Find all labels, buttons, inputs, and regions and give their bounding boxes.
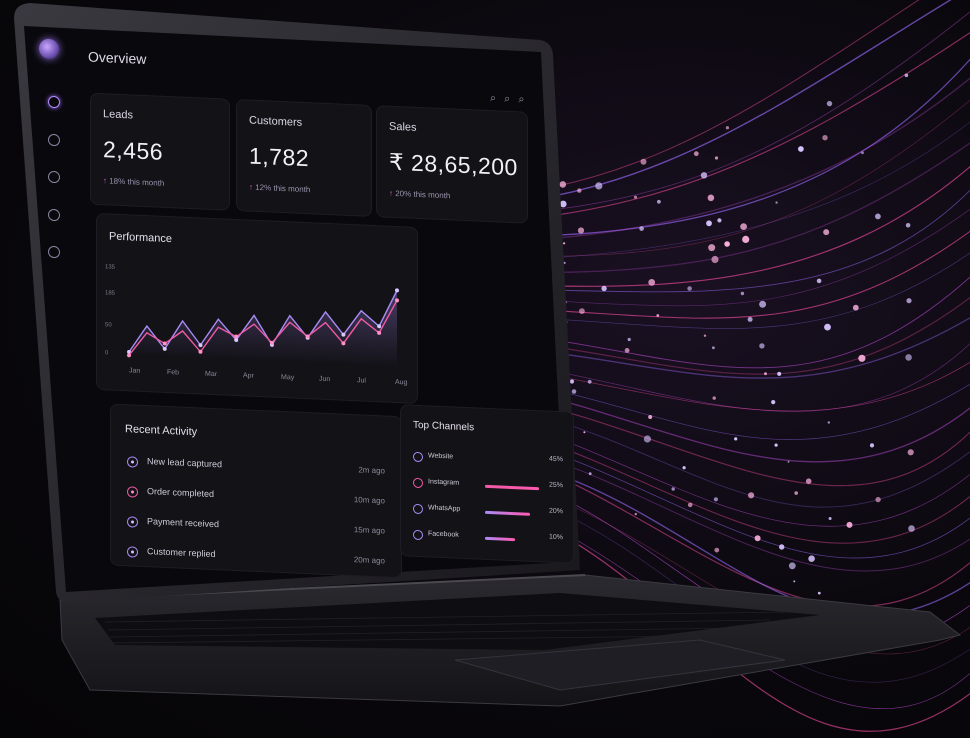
channel-name: Instagram <box>428 478 460 487</box>
activity-text: New lead captured <box>147 456 223 470</box>
activity-item[interactable]: Customer replied 20m ago <box>125 543 387 574</box>
channel-item[interactable]: Website 45% <box>413 450 563 475</box>
x-tick: Jan <box>129 367 141 375</box>
clock-icon[interactable] <box>48 208 60 222</box>
activity-time: 2m ago <box>358 465 385 476</box>
dashboard-screen: Overview ⌕⌕⌕ Leads 2,456 ↑ 18% this mont… <box>30 20 575 604</box>
settings-icon[interactable] <box>48 245 60 259</box>
search-icon[interactable]: ⌕ <box>518 93 532 106</box>
x-tick: May <box>281 373 295 382</box>
header-actions: ⌕⌕⌕ <box>490 92 533 107</box>
recent-activity-title: Recent Activity <box>125 423 198 439</box>
kpi-label: Customers <box>249 114 303 129</box>
performance-chart <box>127 288 399 368</box>
x-tick: Jul <box>357 377 366 385</box>
activity-text: Order completed <box>147 486 215 500</box>
play-icon[interactable] <box>48 170 60 184</box>
activity-dot-icon <box>127 516 138 528</box>
top-channels-title: Top Channels <box>413 419 475 434</box>
channel-icon <box>413 503 423 515</box>
channel-icon <box>413 477 423 489</box>
chart-icon[interactable] <box>48 133 60 147</box>
kpi-label: Leads <box>103 108 133 122</box>
channel-icon <box>413 529 423 541</box>
kpi-delta: ↑ 12% this month <box>249 183 310 195</box>
kpi-value: 1,782 <box>249 142 310 172</box>
channel-bar <box>485 536 515 542</box>
channel-percent: 45% <box>548 455 563 464</box>
activity-text: Payment received <box>147 516 220 530</box>
kpi-delta-text: 18% this month <box>109 176 165 188</box>
channel-icon <box>413 451 423 463</box>
recent-activity-card: Recent Activity New lead captured 2m ago O… <box>110 403 402 579</box>
search-icon[interactable]: ⌕ <box>490 92 504 105</box>
kpi-card-customers[interactable]: Customers 1,782 ↑ 12% this month <box>236 98 372 217</box>
channel-item[interactable]: Facebook 10% <box>413 528 563 553</box>
channel-percent: 25% <box>548 481 563 490</box>
channel-percent: 20% <box>548 507 563 516</box>
series-area <box>129 290 397 368</box>
brand-logo[interactable] <box>39 38 59 60</box>
kpi-delta-text: 12% this month <box>255 182 311 195</box>
activity-dot-icon <box>127 486 138 498</box>
channel-name: WhatsApp <box>428 504 461 513</box>
performance-card: Performance 135 185 50 0 Jan Feb Mar Apr May… <box>96 212 418 404</box>
channel-bar <box>485 510 530 516</box>
activity-item[interactable]: New lead captured 2m ago <box>125 453 387 484</box>
activity-time: 15m ago <box>353 525 385 536</box>
x-tick: Apr <box>243 372 254 380</box>
activity-time: 20m ago <box>353 555 385 566</box>
top-channels-card: Top Channels Website 45% Instagram 25% Whats… <box>400 404 574 564</box>
kpi-value: ₹ 28,65,200 <box>389 148 518 181</box>
x-tick: Jun <box>319 375 331 384</box>
activity-item[interactable]: Order completed 10m ago <box>125 483 387 514</box>
activity-text: Customer replied <box>147 546 216 560</box>
channel-item[interactable]: Instagram 25% <box>413 476 563 501</box>
kpi-delta: ↑ 18% this month <box>103 176 164 188</box>
channel-percent: 10% <box>548 533 563 542</box>
channel-name: Facebook <box>428 530 459 539</box>
channel-list: Website 45% Instagram 25% WhatsApp 20% Faceboo… <box>401 405 573 541</box>
kpi-card-leads[interactable]: Leads 2,456 ↑ 18% this month <box>90 92 230 211</box>
home-icon[interactable] <box>48 95 60 109</box>
channel-item[interactable]: WhatsApp 20% <box>413 502 563 527</box>
arrow-up-icon: ↑ <box>103 176 107 186</box>
x-tick: Mar <box>205 370 218 379</box>
page-title: Overview <box>88 48 147 68</box>
channel-bar <box>485 484 539 491</box>
activity-list: New lead captured 2m ago Order completed 10… <box>111 405 401 565</box>
kpi-delta-text: 20% this month <box>395 188 451 201</box>
arrow-up-icon: ↑ <box>249 182 253 192</box>
activity-item[interactable]: Payment received 15m ago <box>125 513 387 544</box>
search-icon[interactable]: ⌕ <box>504 93 518 106</box>
kpi-value: 2,456 <box>103 136 164 165</box>
activity-dot-icon <box>127 456 138 468</box>
channel-name: Website <box>428 452 454 461</box>
sidebar <box>30 20 75 582</box>
x-tick: Feb <box>167 368 180 377</box>
activity-time: 10m ago <box>353 495 385 506</box>
kpi-label: Sales <box>389 120 417 134</box>
arrow-up-icon: ↑ <box>389 188 393 198</box>
kpi-card-sales[interactable]: Sales ₹ 28,65,200 ↑ 20% this month <box>376 105 528 224</box>
x-tick: Aug <box>395 378 408 387</box>
activity-dot-icon <box>127 546 138 558</box>
kpi-delta: ↑ 20% this month <box>389 189 450 201</box>
